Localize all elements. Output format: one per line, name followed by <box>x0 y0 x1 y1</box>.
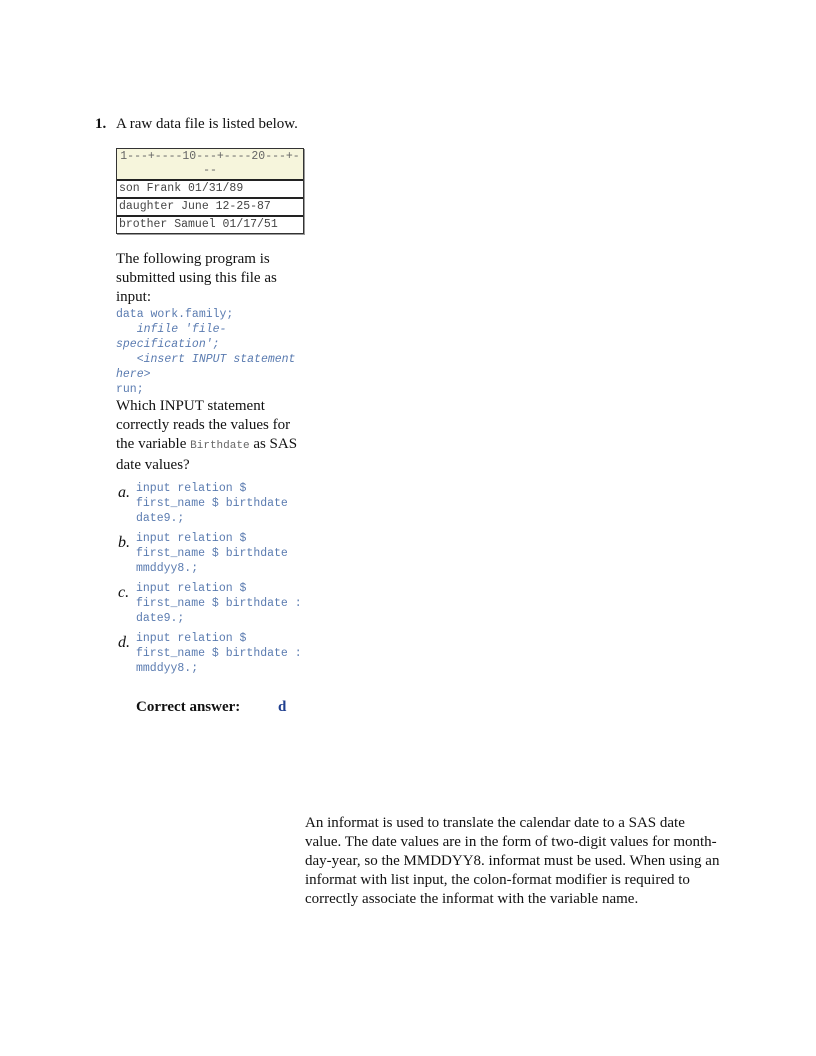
variable-name: Birthdate <box>190 440 250 452</box>
raw-data-row: daughter June 12-25-87 <box>117 199 303 217</box>
option-a: a. input relation $ first_name $ birthda… <box>116 481 310 526</box>
option-code: input relation $ first_name $ birthdate … <box>136 482 295 525</box>
option-code: input relation $ first_name $ birthdate … <box>136 532 295 575</box>
option-d: d. input relation $ first_name $ birthda… <box>116 631 310 676</box>
raw-data-table: 1---+----10---+----20---+--- son Frank 0… <box>116 148 304 234</box>
explanation-text: An informat is used to translate the cal… <box>305 815 720 907</box>
option-letter: d. <box>118 634 130 651</box>
option-letter: a. <box>118 484 130 501</box>
correct-answer-value: d <box>278 699 287 715</box>
code-line: <insert INPUT statement here> <box>116 353 303 381</box>
raw-data-row: brother Samuel 01/17/51 <box>119 218 278 231</box>
code-line: infile 'file-specification'; <box>116 323 227 351</box>
question-intro: A raw data file is listed below. <box>116 116 298 132</box>
code-line: run; <box>116 383 144 396</box>
correct-answer-label: Correct answer: <box>136 699 241 715</box>
option-code: input relation $ first_name $ birthdate … <box>136 582 309 625</box>
option-b: b. input relation $ first_name $ birthda… <box>116 531 310 576</box>
raw-data-row: son Frank 01/31/89 <box>117 181 303 199</box>
code-line: data work.family; <box>116 308 234 321</box>
option-letter: b. <box>118 534 130 551</box>
program-code: data work.family; infile 'file-specifica… <box>116 307 310 397</box>
answer-options: a. input relation $ first_name $ birthda… <box>116 481 310 676</box>
question-number: 1. <box>95 116 107 132</box>
correct-answer: Correct answer: d <box>116 698 310 717</box>
program-intro: The following program is submitted using… <box>116 251 277 305</box>
option-c: c. input relation $ first_name $ birthda… <box>116 581 310 626</box>
question-block: 1. A raw data file is listed below. 1---… <box>95 115 310 717</box>
column-ruler: 1---+----10---+----20---+--- <box>117 149 303 181</box>
option-letter: c. <box>118 584 130 601</box>
option-code: input relation $ first_name $ birthdate … <box>136 632 309 675</box>
question-prompt: Which INPUT statement correctly reads th… <box>116 397 310 475</box>
